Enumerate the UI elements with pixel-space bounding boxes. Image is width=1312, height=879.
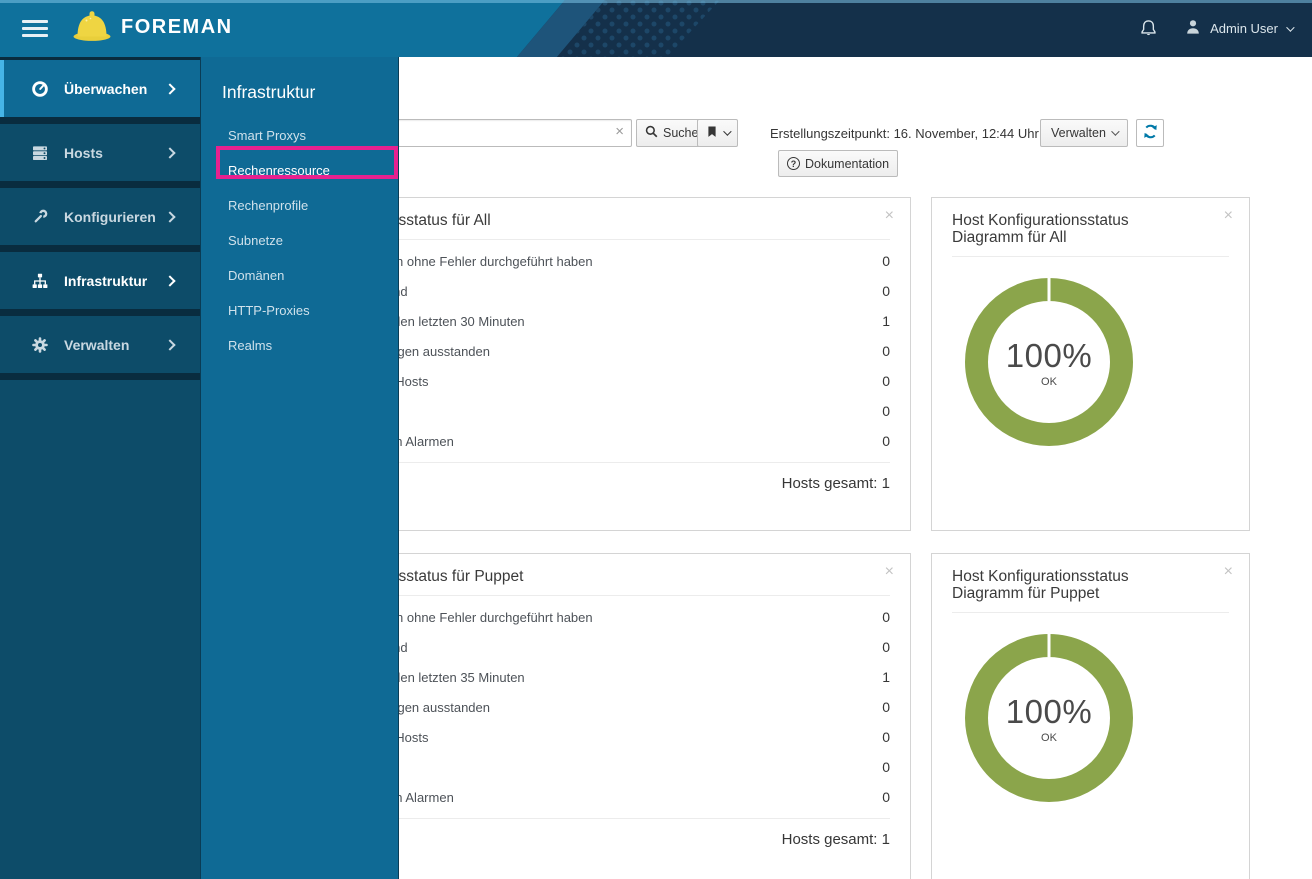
masthead-top-stripe bbox=[0, 0, 1312, 3]
donut-status-label: OK bbox=[1041, 375, 1057, 388]
created-timestamp: Erstellungszeitpunkt: 16. November, 12:4… bbox=[770, 126, 1039, 141]
sidebar-item-label: Konfigurieren bbox=[64, 208, 156, 225]
donut-percent: 100% bbox=[1005, 692, 1093, 730]
status-row-value: 0 bbox=[882, 699, 890, 715]
status-row-value: 0 bbox=[882, 609, 890, 625]
question-circle-icon: ? bbox=[787, 157, 800, 170]
status-row-value: 0 bbox=[882, 283, 890, 299]
sidebar-nav: Überwachen Hosts Konfigurieren Infrastru… bbox=[0, 57, 200, 879]
documentation-button[interactable]: ? Dokumentation bbox=[778, 150, 899, 177]
donut-chart-all: 100% OK bbox=[965, 278, 1179, 492]
sidebar-item-infrastruktur[interactable]: Infrastruktur bbox=[0, 252, 200, 309]
close-icon[interactable]: × bbox=[885, 564, 894, 580]
user-name: Admin User bbox=[1210, 21, 1278, 36]
refresh-icon bbox=[1142, 123, 1159, 143]
donut-gap bbox=[1047, 278, 1051, 301]
status-row-value: 0 bbox=[882, 433, 890, 449]
flyout-item-realms[interactable]: Realms bbox=[201, 328, 398, 363]
donut-status-label: OK bbox=[1041, 731, 1057, 744]
chart-card-all: Host Konfigurationsstatus Diagramm für A… bbox=[931, 197, 1250, 531]
search-button-label: Suche bbox=[663, 126, 699, 140]
chevron-down-icon bbox=[1286, 22, 1295, 32]
wrench-icon bbox=[30, 208, 50, 226]
status-row-value: 1 bbox=[882, 313, 890, 329]
chevron-down-icon bbox=[1111, 127, 1120, 136]
chevron-right-icon bbox=[164, 338, 176, 351]
card-title: Host Konfigurationsstatus Diagramm für A… bbox=[952, 212, 1129, 246]
gear-icon bbox=[30, 336, 50, 354]
sidebar-item-ueberwachen[interactable]: Überwachen bbox=[0, 60, 200, 117]
sidebar-item-label: Verwalten bbox=[64, 336, 130, 353]
flyout-menu-infrastruktur: Infrastruktur Smart Proxys Rechenressour… bbox=[200, 57, 399, 879]
manage-button-label: Verwalten bbox=[1051, 126, 1106, 140]
hardhat-icon bbox=[72, 8, 112, 47]
search-icon bbox=[645, 125, 658, 141]
status-row-value: 0 bbox=[882, 253, 890, 269]
divider bbox=[0, 309, 200, 316]
chevron-right-icon bbox=[164, 274, 176, 287]
status-row-value: 0 bbox=[882, 373, 890, 389]
close-icon[interactable]: × bbox=[885, 208, 894, 224]
chevron-right-icon bbox=[164, 82, 176, 95]
chart-card-puppet: Host Konfigurationsstatus Diagramm für P… bbox=[931, 553, 1250, 879]
chevron-right-icon bbox=[164, 210, 176, 223]
foreman-dashboard: FOREMAN Admin User Überwachen Hosts Konf… bbox=[0, 0, 1312, 879]
sitemap-icon bbox=[30, 272, 50, 290]
status-row-value: 0 bbox=[882, 639, 890, 655]
sidebar-item-konfigurieren[interactable]: Konfigurieren bbox=[0, 188, 200, 245]
notifications-bell-icon[interactable] bbox=[1139, 19, 1158, 38]
close-icon[interactable]: × bbox=[1224, 208, 1233, 224]
flyout-item-domaenen[interactable]: Domänen bbox=[201, 258, 398, 293]
bookmark-dropdown-button[interactable] bbox=[697, 119, 738, 147]
card-title: Host Konfigurationsstatus Diagramm für P… bbox=[952, 568, 1129, 602]
brand-logo[interactable]: FOREMAN bbox=[72, 8, 233, 47]
user-menu[interactable]: Admin User bbox=[1184, 18, 1295, 39]
user-avatar-icon bbox=[1184, 18, 1202, 39]
divider bbox=[0, 181, 200, 188]
tachometer-icon bbox=[30, 80, 50, 98]
status-row-value: 1 bbox=[882, 669, 890, 685]
hamburger-menu-icon[interactable] bbox=[22, 20, 48, 37]
divider bbox=[952, 612, 1229, 613]
flyout-item-smart-proxys[interactable]: Smart Proxys bbox=[201, 118, 398, 153]
flyout-item-rechenprofile[interactable]: Rechenprofile bbox=[201, 188, 398, 223]
donut-chart-puppet: 100% OK bbox=[965, 634, 1179, 848]
flyout-item-subnetze[interactable]: Subnetze bbox=[201, 223, 398, 258]
masthead: FOREMAN Admin User bbox=[0, 0, 1312, 57]
divider bbox=[952, 256, 1229, 257]
status-row-value: 0 bbox=[882, 403, 890, 419]
bookmark-icon bbox=[706, 125, 718, 141]
sidebar-item-hosts[interactable]: Hosts bbox=[0, 124, 200, 181]
status-row-value: 0 bbox=[882, 789, 890, 805]
flyout-item-http-proxies[interactable]: HTTP-Proxies bbox=[201, 293, 398, 328]
refresh-button[interactable] bbox=[1136, 119, 1164, 147]
divider bbox=[0, 117, 200, 124]
flyout-item-rechenressource[interactable]: Rechenressource bbox=[201, 153, 398, 188]
sidebar-item-label: Infrastruktur bbox=[64, 272, 148, 289]
brand-name: FOREMAN bbox=[121, 16, 233, 38]
status-row-value: 0 bbox=[882, 729, 890, 745]
close-icon[interactable]: × bbox=[1224, 564, 1233, 580]
manage-dropdown-button[interactable]: Verwalten bbox=[1040, 119, 1128, 147]
sidebar-item-label: Überwachen bbox=[64, 80, 148, 97]
chevron-down-icon bbox=[723, 127, 732, 136]
sidebar-item-verwalten[interactable]: Verwalten bbox=[0, 316, 200, 373]
divider bbox=[0, 373, 200, 380]
status-row-value: 0 bbox=[882, 343, 890, 359]
flyout-title: Infrastruktur bbox=[222, 82, 316, 102]
donut-percent: 100% bbox=[1005, 336, 1093, 374]
documentation-button-label: Dokumentation bbox=[805, 156, 890, 171]
sidebar-item-label: Hosts bbox=[64, 144, 103, 161]
donut-gap bbox=[1047, 634, 1051, 657]
chevron-right-icon bbox=[164, 146, 176, 159]
server-icon bbox=[30, 144, 50, 162]
clear-search-icon[interactable]: × bbox=[615, 123, 624, 140]
status-row-value: 0 bbox=[882, 759, 890, 775]
divider bbox=[0, 245, 200, 252]
